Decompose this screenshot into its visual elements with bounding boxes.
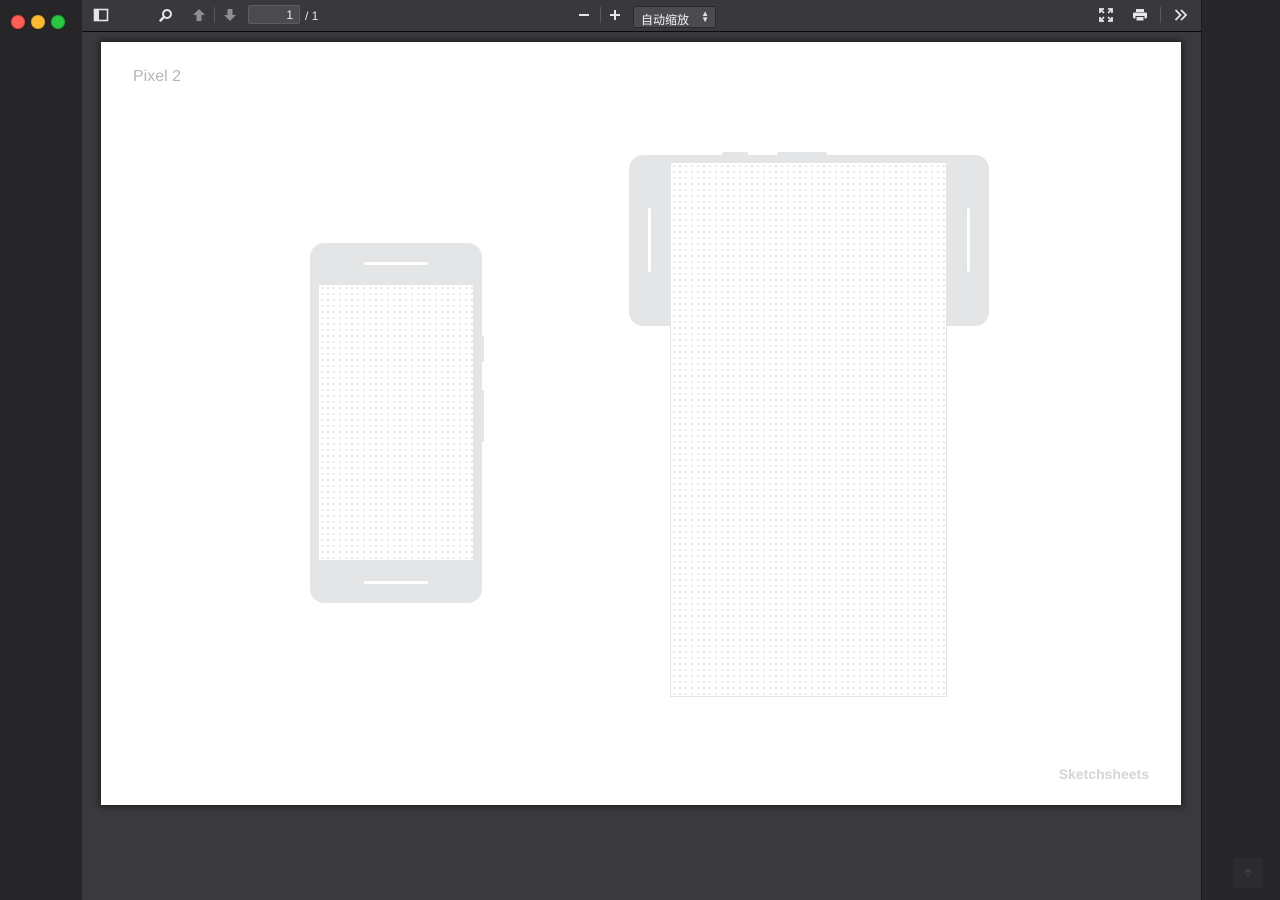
phone-top-speaker [364,262,428,265]
pdf-toolbar: 1 / 1 自动缩放 ▲ ▼ [82,0,1201,32]
toolbar-separator [600,7,601,23]
phone-screen-grid [670,162,947,697]
toolbar-separator [214,7,215,23]
tools-menu-button[interactable] [1168,3,1194,27]
next-page-button[interactable] [217,3,243,27]
printer-icon [1133,9,1147,22]
select-arrows-icon: ▲ ▼ [701,9,709,24]
page-count-label: / 1 [305,9,319,23]
zoom-in-button[interactable] [602,3,628,27]
phone-right-speaker [967,208,970,272]
phone-left-speaker [648,208,651,272]
window-left-panel [0,0,83,900]
page-number-input[interactable]: 1 [248,5,300,24]
zoom-select[interactable]: 自动缩放 ▲ ▼ [633,6,716,28]
phone-screen-grid [318,284,474,561]
fullscreen-icon [1099,8,1113,22]
print-button[interactable] [1127,3,1153,27]
page-title: Pixel 2 [133,68,182,85]
double-chevron-right-icon [1174,9,1188,21]
scroll-to-top-button[interactable] [1233,858,1263,888]
phone-bottom-speaker [364,581,428,584]
minus-icon [579,14,589,16]
plus-icon [610,10,620,20]
find-button[interactable] [153,3,179,27]
sidebar-toggle-button[interactable] [88,3,114,27]
close-window-button[interactable] [11,15,25,29]
search-icon [159,9,172,22]
zoom-window-button[interactable] [51,15,65,29]
pdf-page: Pixel 2 Sketchsheets [101,42,1181,805]
zoom-out-button[interactable] [571,3,597,27]
zoom-select-value: 自动缩放 [641,13,690,27]
arrow-up-icon [193,9,205,21]
window-right-panel [1201,0,1280,900]
presentation-mode-button[interactable] [1093,3,1119,27]
minimize-window-button[interactable] [31,15,45,29]
brand-watermark: Sketchsheets [1058,766,1149,782]
toolbar-separator [1160,7,1161,23]
previous-page-button[interactable] [186,3,212,27]
arrow-up-icon [1243,868,1253,877]
sidebar-toggle-icon [93,8,109,22]
arrow-down-icon [224,9,236,21]
